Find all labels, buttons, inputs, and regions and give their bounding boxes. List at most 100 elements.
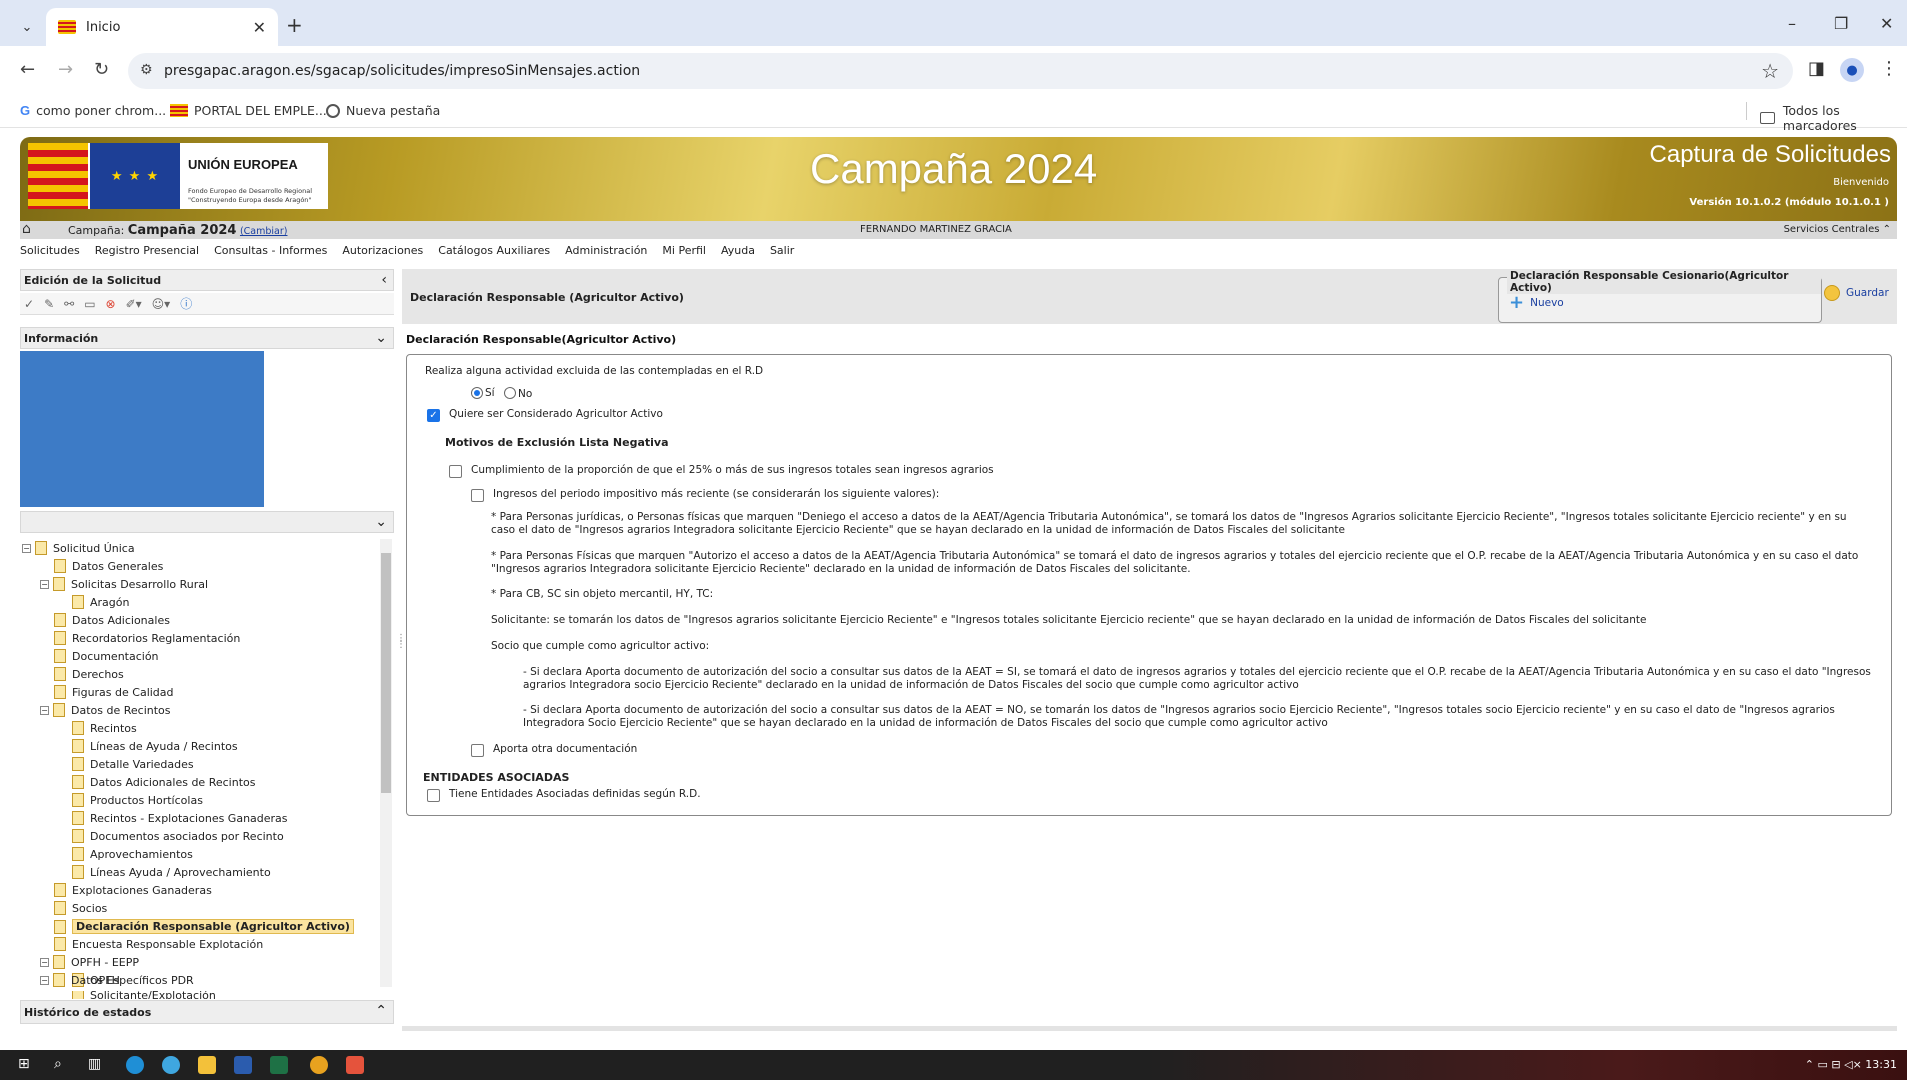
new-tab-icon[interactable]: + <box>286 13 303 37</box>
menu-consultas[interactable]: Consultas - Informes <box>214 244 327 264</box>
tree-node[interactable]: − Datos Específicos PDR <box>40 973 194 987</box>
otra-doc-checkbox[interactable] <box>471 744 484 757</box>
tree-node[interactable]: Datos Adicionales de Recintos <box>72 775 255 789</box>
tree-node[interactable]: Líneas Ayuda / Aprovechamiento <box>72 865 271 879</box>
menu-ayuda[interactable]: Ayuda <box>721 244 755 264</box>
close-icon[interactable]: ✕ <box>253 18 266 37</box>
tree-node[interactable]: Aragón <box>72 595 129 609</box>
tab-search-icon[interactable]: ⌄ <box>14 14 40 40</box>
forward-icon[interactable]: → <box>58 59 73 80</box>
services-menu[interactable]: Servicios Centrales ⌃ <box>1784 224 1891 235</box>
nuevo-button[interactable]: + Nuevo <box>1509 292 1564 313</box>
bookmark-star-icon[interactable]: ☆ <box>1761 59 1779 83</box>
file-explorer-icon[interactable] <box>198 1056 216 1074</box>
tree-node[interactable]: Explotaciones Ganaderas <box>54 883 212 897</box>
guardar-button[interactable]: Guardar <box>1824 285 1889 301</box>
history-panel-header[interactable]: Histórico de estados ⌃ <box>20 1000 394 1024</box>
collapse-left-icon[interactable]: ‹ <box>381 272 387 288</box>
menu-registro-presencial[interactable]: Registro Presencial <box>95 244 199 264</box>
tree-node[interactable]: Productos Hortícolas <box>72 793 203 807</box>
tools-icon[interactable]: ✐▾ <box>126 297 142 311</box>
tree-node[interactable]: Aprovechamientos <box>72 847 193 861</box>
bookmark-item[interactable]: Nueva pestaña <box>326 103 440 118</box>
graph-icon[interactable]: ⚯ <box>64 297 74 311</box>
menu-mi-perfil[interactable]: Mi Perfil <box>662 244 706 264</box>
bookmark-item[interactable]: G como poner chrom... <box>20 103 166 118</box>
entidades-checkbox[interactable] <box>427 789 440 802</box>
side-panel-icon[interactable]: ◨ <box>1808 58 1825 79</box>
panel-splitter[interactable]: ⋮ ⋮ <box>396 634 406 650</box>
info-icon[interactable]: ⓘ <box>180 295 192 312</box>
chrome-icon[interactable] <box>310 1056 328 1074</box>
menu-solicitudes[interactable]: Solicitudes <box>20 244 80 264</box>
search-icon[interactable]: ⌕ <box>54 1056 62 1072</box>
address-bar[interactable]: ⚙ presgapac.aragon.es/sgacap/solicitudes… <box>128 53 1793 89</box>
tree-node[interactable]: Derechos <box>54 667 124 681</box>
tree-node[interactable]: Recintos <box>72 721 137 735</box>
scroll-thumb[interactable] <box>381 553 391 793</box>
back-icon[interactable]: ← <box>20 59 35 80</box>
tree-node[interactable]: Encuesta Responsable Explotación <box>54 937 263 951</box>
horizontal-scrollbar[interactable] <box>402 1026 1897 1031</box>
bookmark-item[interactable]: PORTAL DEL EMPLE... <box>170 103 327 118</box>
word-icon[interactable] <box>234 1056 252 1074</box>
menu-administracion[interactable]: Administración <box>565 244 647 264</box>
home-icon[interactable]: ⌂ <box>22 221 31 237</box>
edit-panel-header[interactable]: Edición de la Solicitud ‹ <box>20 269 394 291</box>
reload-icon[interactable]: ↻ <box>94 59 109 80</box>
radio-yes[interactable] <box>471 387 483 399</box>
browser-tab[interactable]: Inicio ✕ <box>46 8 278 46</box>
cumplimiento-checkbox[interactable] <box>449 465 462 478</box>
cancel-icon[interactable]: ⊗ <box>106 297 116 311</box>
active-farmer-checkbox[interactable]: ✓ <box>427 409 440 422</box>
menu-salir[interactable]: Salir <box>770 244 794 264</box>
user-menu-icon[interactable]: ☺▾ <box>152 297 171 311</box>
profile-icon[interactable]: ● <box>1840 58 1864 82</box>
collapse-icon[interactable]: − <box>40 957 49 967</box>
radio-no[interactable] <box>504 387 516 399</box>
menu-kebab-icon[interactable]: ⋮ <box>1880 58 1898 79</box>
tree-node[interactable]: Socios <box>54 901 107 915</box>
task-view-icon[interactable]: ▥ <box>88 1056 101 1072</box>
tree-node-selected[interactable]: Declaración Responsable (Agricultor Acti… <box>54 919 354 934</box>
tree-node[interactable]: − Datos de Recintos <box>40 703 171 717</box>
pdf-icon[interactable] <box>346 1056 364 1074</box>
chevron-up-icon[interactable]: ⌃ <box>375 1003 387 1019</box>
menu-catalogos[interactable]: Catálogos Auxiliares <box>438 244 550 264</box>
tree-node[interactable]: Figuras de Calidad <box>54 685 174 699</box>
tree-node[interactable]: − Solicitud Única <box>22 541 135 555</box>
chrome-alt-icon[interactable] <box>162 1056 180 1074</box>
tree-node[interactable]: Datos Generales <box>54 559 163 573</box>
edge-icon[interactable] <box>126 1056 144 1074</box>
ingresos-checkbox[interactable] <box>471 489 484 502</box>
site-info-icon[interactable]: ⚙ <box>140 62 153 78</box>
tree-header[interactable]: ⌄ <box>20 511 394 533</box>
tree-node[interactable]: Líneas de Ayuda / Recintos <box>72 739 238 753</box>
tree-node[interactable]: − OPFH - EEPP <box>40 955 139 969</box>
chevron-down-icon[interactable]: ⌄ <box>375 330 387 346</box>
tree-node[interactable]: Detalle Variedades <box>72 757 194 771</box>
window-close-icon[interactable]: ✕ <box>1880 14 1893 33</box>
tree-node[interactable]: − Solicitas Desarrollo Rural <box>40 577 208 591</box>
validate-icon[interactable]: ✓ <box>24 297 34 311</box>
tree-node[interactable]: Recordatorios Reglamentación <box>54 631 240 645</box>
system-tray[interactable]: ⌃ ▭ ⊟ ◁× 13:31 <box>1805 1058 1897 1071</box>
tree-node[interactable]: Documentación <box>54 649 159 663</box>
chevron-down-icon[interactable]: ⌄ <box>375 514 387 530</box>
windows-start-icon[interactable]: ⊞ <box>18 1056 30 1072</box>
print-icon[interactable]: ▭ <box>84 297 95 311</box>
tree-scrollbar[interactable] <box>380 539 392 987</box>
tree-node[interactable]: Solicitante/Explotación <box>72 991 216 999</box>
tree-node[interactable]: Recintos - Explotaciones Ganaderas <box>72 811 288 825</box>
info-panel-header[interactable]: Información ⌄ <box>20 327 394 349</box>
menu-autorizaciones[interactable]: Autorizaciones <box>342 244 423 264</box>
all-bookmarks[interactable]: Todos los marcadores <box>1760 103 1907 133</box>
sign-icon[interactable]: ✎ <box>44 297 54 311</box>
collapse-icon[interactable]: − <box>40 579 49 589</box>
collapse-icon[interactable]: − <box>40 975 49 985</box>
minimize-icon[interactable]: – <box>1788 14 1796 33</box>
tree-node[interactable]: Documentos asociados por Recinto <box>72 829 284 843</box>
collapse-icon[interactable]: − <box>40 705 49 715</box>
change-campaign-link[interactable]: (Cambiar) <box>240 226 288 237</box>
collapse-icon[interactable]: − <box>22 543 31 553</box>
